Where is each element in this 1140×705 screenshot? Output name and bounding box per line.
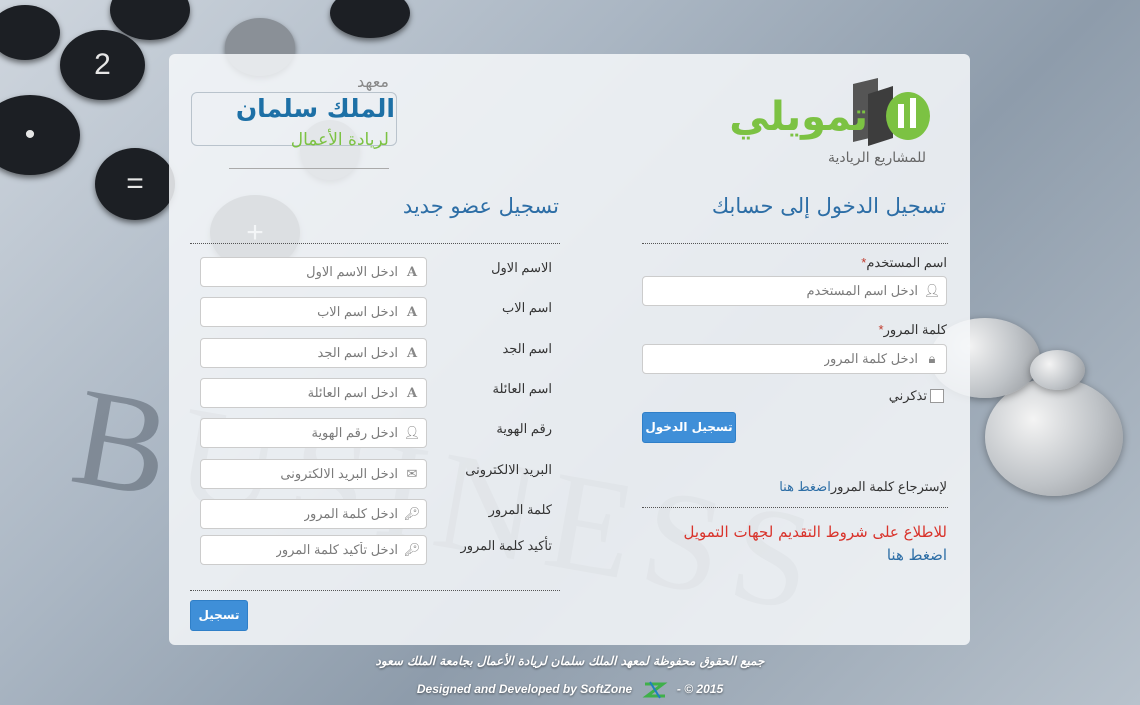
font-icon: A [406, 345, 418, 361]
forgot-password-row: لإسترجاع كلمة المروراضغط هنا [779, 479, 947, 495]
tamweeli-logo: تمويلي للمشاريع الريادية [728, 76, 948, 176]
register-field-placeholder: ادخل الاسم الاول [306, 264, 398, 279]
terms-text: للاطلاع على شروط التقديم لجهات التمويل [683, 523, 947, 541]
key-icon: 🔑︎ [403, 506, 421, 522]
institute-logo: معهد الملك سلمان لريادة الأعمال [189, 72, 399, 182]
register-field-label: اسم الاب [501, 300, 552, 315]
lock-icon: 🔒︎ [928, 351, 936, 367]
register-field-placeholder: ادخل تأكيد كلمة المرور [275, 542, 398, 557]
register-field-input[interactable]: ✉︎ ادخل البريد الالكترونى [200, 459, 427, 489]
tamweeli-name: تمويلي [729, 94, 868, 140]
institute-name: الملك سلمان [235, 94, 395, 123]
register-field-label: تأكيد كلمة المرور [460, 538, 552, 553]
key-icon: 🔑︎ [403, 542, 421, 558]
tamweeli-tagline: للمشاريع الريادية [828, 150, 926, 166]
register-field-placeholder: ادخل اسم العائلة [307, 385, 398, 400]
login-button[interactable]: تسجيل الدخول [642, 412, 736, 443]
username-placeholder: ادخل اسم المستخدم [806, 283, 918, 298]
register-field-label: البريد الالكترونى [465, 462, 552, 477]
remember-checkbox[interactable] [930, 389, 944, 403]
footer-credit-row: Designed and Developed by SoftZone - © 2… [0, 681, 1140, 699]
register-field-input[interactable]: A ادخل اسم الاب [200, 297, 427, 327]
main-panel: تمويلي للمشاريع الريادية معهد الملك سلما… [169, 54, 970, 645]
login-title: تسجيل الدخول إلى حسابك [711, 194, 946, 218]
font-icon: A [406, 304, 418, 320]
forgot-divider [642, 507, 948, 508]
institute-top-text: معهد [356, 72, 389, 91]
terms-link[interactable]: اضغط هنا [887, 546, 947, 564]
register-field-input[interactable]: 🔑︎ ادخل تأكيد كلمة المرور [200, 535, 427, 565]
register-field-placeholder: ادخل اسم الاب [317, 304, 398, 319]
username-field[interactable]: 👤︎ ادخل اسم المستخدم [642, 276, 947, 306]
register-field-input[interactable]: 👤︎ ادخل رقم الهوية [200, 418, 427, 448]
remember-label: تذكرني [888, 388, 927, 403]
register-field-placeholder: ادخل كلمة المرور [303, 506, 398, 521]
password-label: كلمة المرور* [878, 322, 947, 337]
register-field-placeholder: ادخل اسم الجد [317, 345, 398, 360]
register-field-input[interactable]: A ادخل الاسم الاول [200, 257, 427, 287]
forgot-password-link[interactable]: اضغط هنا [779, 479, 831, 494]
register-field-label: رقم الهوية [496, 421, 552, 436]
footer-rights: جميع الحقوق محفوظة لمعهد الملك سلمان لري… [375, 654, 765, 668]
register-title: تسجيل عضو جديد [402, 194, 559, 218]
envelope-icon: ✉︎ [406, 466, 418, 482]
register-field-input[interactable]: 🔑︎ ادخل كلمة المرور [200, 499, 427, 529]
register-field-label: اسم العائلة [492, 381, 552, 396]
login-divider [642, 243, 948, 244]
forgot-password-text: لإسترجاع كلمة المرور [830, 479, 947, 494]
footer-year: - © 2015 [676, 682, 724, 697]
font-icon: A [406, 264, 418, 280]
register-field-label: كلمة المرور [488, 502, 552, 517]
register-field-placeholder: ادخل البريد الالكترونى [280, 466, 398, 481]
footer-credit: Designed and Developed by SoftZone [416, 682, 633, 697]
font-icon: A [406, 385, 418, 401]
institute-subtitle: لريادة الأعمال [290, 130, 389, 150]
register-field-label: اسم الجد [502, 341, 552, 356]
password-placeholder: ادخل كلمة المرور [823, 351, 918, 366]
register-divider [190, 243, 560, 244]
register-button[interactable]: تسجيل [190, 600, 248, 631]
user-icon: 👤︎ [923, 283, 941, 299]
register-bottom-divider [190, 590, 560, 591]
register-field-label: الاسم الاول [491, 260, 552, 275]
softzone-logo-icon [642, 681, 668, 699]
register-field-input[interactable]: A ادخل اسم الجد [200, 338, 427, 368]
user-icon: 👤︎ [403, 425, 421, 441]
register-field-input[interactable]: A ادخل اسم العائلة [200, 378, 427, 408]
institute-divider [229, 168, 389, 169]
password-field[interactable]: 🔒︎ ادخل كلمة المرور [642, 344, 947, 374]
username-label: اسم المستخدم* [861, 255, 947, 270]
terms-block: للاطلاع على شروط التقديم لجهات التمويل ا… [637, 521, 947, 567]
register-field-placeholder: ادخل رقم الهوية [311, 425, 398, 440]
